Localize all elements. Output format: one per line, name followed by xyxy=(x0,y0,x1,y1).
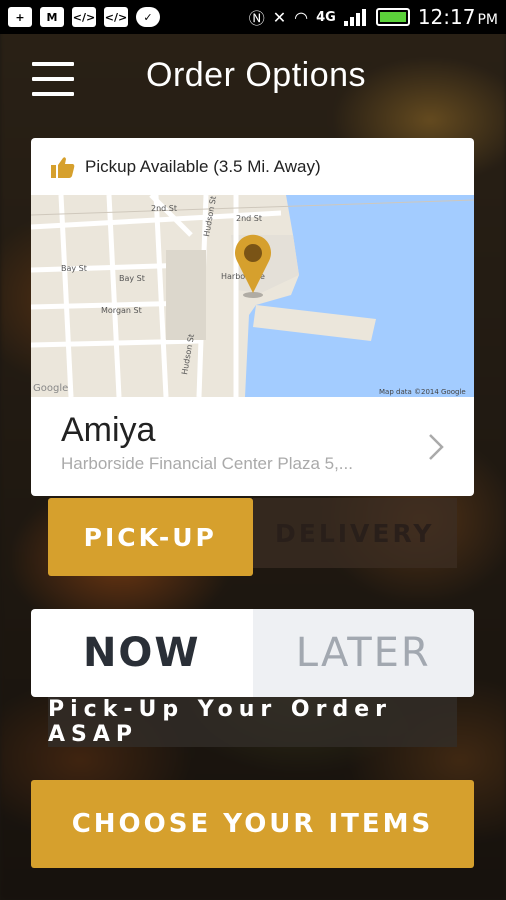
order-time-toggle: NOW LATER xyxy=(31,609,474,697)
add-icon: + xyxy=(8,7,32,27)
now-tab[interactable]: NOW xyxy=(31,609,253,697)
pickup-availability-text: Pickup Available (3.5 Mi. Away) xyxy=(85,156,321,176)
later-tab[interactable]: LATER xyxy=(252,609,474,697)
status-bar: + M </> </> ✓ Ⓝ ✕ ◠ 4G 12:17 PM xyxy=(0,0,506,34)
map-street-label: 2nd St xyxy=(236,214,262,223)
map-street-label: Bay St xyxy=(119,274,145,283)
pickup-tab[interactable]: PICK-UP xyxy=(48,498,253,576)
map-street-label: Morgan St xyxy=(101,306,142,315)
code-icon: </> xyxy=(72,7,96,27)
location-map[interactable]: 2nd St 2nd St Bay St Bay St Morgan St Hu… xyxy=(31,195,474,397)
mute-icon: ✕ xyxy=(272,7,287,27)
thumbs-up-icon xyxy=(51,156,75,178)
network-type: 4G xyxy=(316,9,336,25)
code-icon: </> xyxy=(104,7,128,27)
chevron-right-icon[interactable] xyxy=(428,433,444,461)
pickup-availability-row: Pickup Available (3.5 Mi. Away) xyxy=(31,138,474,195)
map-google-logo: Google xyxy=(33,383,68,394)
map-street-label: 2nd St xyxy=(151,204,177,213)
choose-items-button[interactable]: CHOOSE YOUR ITEMS xyxy=(31,780,474,868)
page-title: Order Options xyxy=(146,56,367,94)
gmail-icon: M xyxy=(40,7,64,27)
hamburger-menu-icon[interactable] xyxy=(32,62,74,96)
restaurant-row[interactable]: Amiya Harborside Financial Center Plaza … xyxy=(31,397,474,496)
order-mode-toggle: PICK-UP DELIVERY xyxy=(48,498,457,576)
app-header: Order Options xyxy=(0,34,506,122)
wifi-icon: ◠ xyxy=(294,7,309,27)
signal-icon xyxy=(343,9,366,26)
restaurant-address: Harborside Financial Center Plaza 5,... xyxy=(61,454,353,473)
restaurant-name: Amiya xyxy=(61,411,156,449)
nfc-icon: Ⓝ xyxy=(248,9,265,28)
delivery-tab[interactable]: DELIVERY xyxy=(252,498,457,568)
map-attribution: Map data ©2014 Google xyxy=(379,388,466,396)
clock: 12:17 PM xyxy=(417,5,498,29)
location-card: Pickup Available (3.5 Mi. Away) 2nd St 2… xyxy=(31,138,474,496)
battery-icon xyxy=(375,8,410,26)
chat-icon: ✓ xyxy=(136,7,160,27)
asap-message: Pick-Up Your Order ASAP xyxy=(48,697,457,747)
map-street-label: Bay St xyxy=(61,264,87,273)
